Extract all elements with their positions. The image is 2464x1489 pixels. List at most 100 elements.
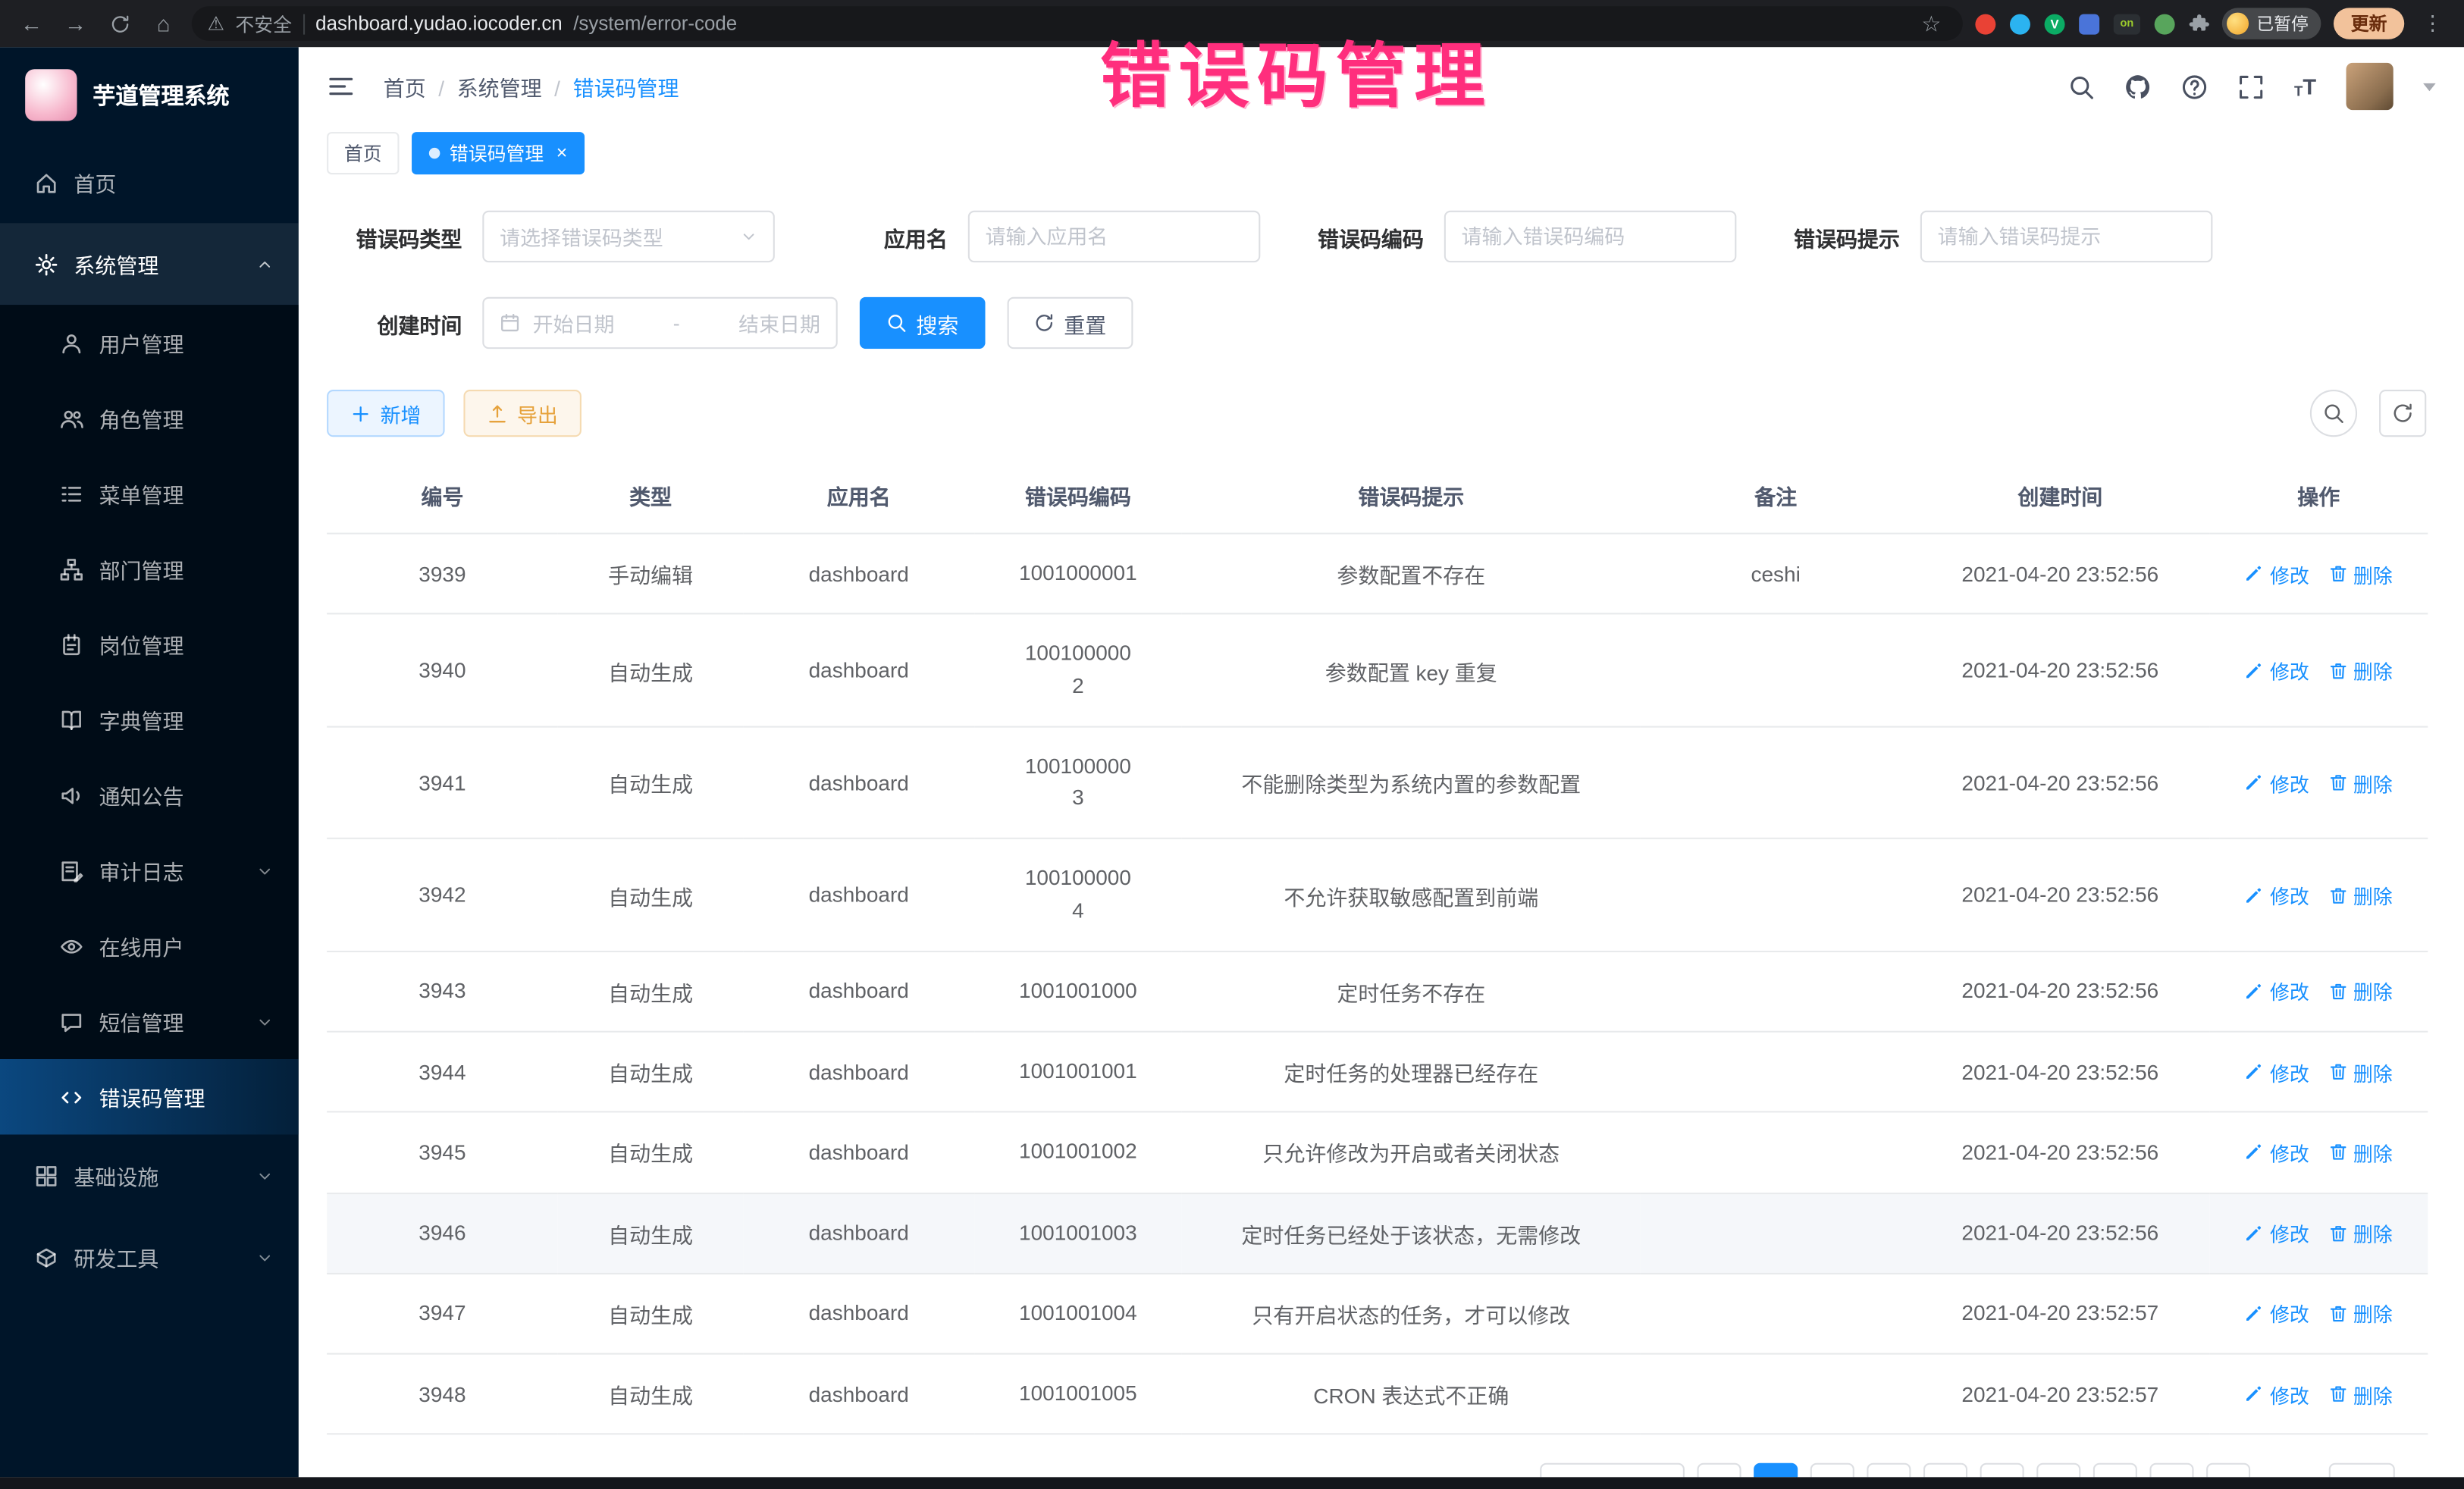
extension-icon-leaf[interactable] bbox=[2155, 14, 2175, 34]
search-icon[interactable] bbox=[2068, 73, 2095, 99]
chevron-down-icon bbox=[256, 1013, 274, 1030]
sidebar-item-role[interactable]: 角色管理 bbox=[0, 381, 299, 456]
breadcrumb-current: 错误码管理 bbox=[573, 71, 679, 102]
page-button[interactable]: 6 bbox=[2037, 1463, 2081, 1477]
breadcrumb-home[interactable]: 首页 bbox=[384, 71, 444, 102]
edit-link[interactable]: 修改 bbox=[2245, 1218, 2309, 1248]
delete-link[interactable]: 删除 bbox=[2328, 1137, 2393, 1167]
page-button[interactable]: 4 bbox=[1924, 1463, 1968, 1477]
delete-link[interactable]: 删除 bbox=[2328, 880, 2393, 910]
edit-link[interactable]: 修改 bbox=[2245, 1137, 2309, 1167]
edit-link[interactable]: 修改 bbox=[2245, 1299, 2309, 1328]
delete-link[interactable]: 删除 bbox=[2328, 559, 2393, 588]
date-separator: - bbox=[627, 311, 726, 334]
error-type-select[interactable]: 请选择错误码类型 bbox=[482, 211, 775, 262]
cell-type: 自动生成 bbox=[558, 1354, 744, 1434]
page-ellipsis[interactable]: ••• bbox=[2094, 1463, 2138, 1477]
page-button[interactable]: 3 bbox=[1867, 1463, 1911, 1477]
page-button[interactable]: 1 bbox=[1754, 1463, 1798, 1477]
sidebar-item-system[interactable]: 系统管理 bbox=[0, 223, 299, 305]
delete-label: 删除 bbox=[2353, 1379, 2393, 1409]
close-tab-icon[interactable]: × bbox=[556, 143, 568, 162]
error-hint-input[interactable] bbox=[1920, 211, 2213, 262]
tab-home[interactable]: 首页 bbox=[327, 131, 399, 174]
chevron-down-icon bbox=[256, 1249, 274, 1266]
delete-link[interactable]: 删除 bbox=[2328, 768, 2393, 798]
browser-update-button[interactable]: 更新 bbox=[2334, 8, 2404, 39]
page-size-select[interactable]: 10条/页 bbox=[1541, 1463, 1685, 1477]
sidebar-item-post[interactable]: 岗位管理 bbox=[0, 607, 299, 682]
goto-page-input[interactable] bbox=[2330, 1463, 2396, 1477]
sidebar-item-infra[interactable]: 基础设施 bbox=[0, 1134, 299, 1216]
date-range-picker[interactable]: 开始日期 - 结束日期 bbox=[482, 297, 837, 349]
fullscreen-icon[interactable] bbox=[2237, 73, 2264, 99]
collapse-sidebar-icon[interactable] bbox=[327, 72, 355, 100]
delete-link[interactable]: 删除 bbox=[2328, 1299, 2393, 1328]
extension-icon-bars[interactable] bbox=[2079, 14, 2099, 34]
help-icon[interactable] bbox=[2181, 73, 2208, 99]
reload-button[interactable] bbox=[104, 8, 135, 39]
sidebar-logo[interactable]: 芋道管理系统 bbox=[0, 47, 299, 141]
edit-link[interactable]: 修改 bbox=[2245, 976, 2309, 1006]
sidebar-item-dept[interactable]: 部门管理 bbox=[0, 531, 299, 607]
address-bar[interactable]: ⚠ 不安全 dashboard.yudao.iocoder.cn/system/… bbox=[192, 6, 1963, 41]
cell-id: 3945 bbox=[327, 1112, 558, 1193]
bookmark-star-icon[interactable]: ☆ bbox=[1916, 8, 1947, 39]
prev-page-button[interactable] bbox=[1698, 1463, 1741, 1477]
delete-link[interactable]: 删除 bbox=[2328, 1379, 2393, 1409]
app-name-input[interactable] bbox=[968, 211, 1261, 262]
reset-button[interactable]: 重置 bbox=[1008, 297, 1133, 349]
sidebar-item-errcode[interactable]: 错误码管理 bbox=[0, 1059, 299, 1134]
tab-error-code[interactable]: 错误码管理 × bbox=[412, 131, 585, 174]
extension-icon-green[interactable]: V bbox=[2045, 14, 2065, 34]
page-button[interactable]: 5 bbox=[1981, 1463, 2025, 1477]
extension-icon-blue[interactable] bbox=[2010, 14, 2030, 34]
export-button[interactable]: 导出 bbox=[463, 390, 581, 437]
edit-link[interactable]: 修改 bbox=[2245, 768, 2309, 798]
header-actions: TT bbox=[2068, 63, 2436, 110]
page-button[interactable]: 8 bbox=[2150, 1463, 2194, 1477]
cell-id: 3940 bbox=[327, 614, 558, 726]
org-icon bbox=[60, 557, 83, 581]
edit-link[interactable]: 修改 bbox=[2245, 880, 2309, 910]
edit-link[interactable]: 修改 bbox=[2245, 559, 2309, 588]
extension-icon-red[interactable] bbox=[1975, 14, 1995, 34]
delete-link[interactable]: 删除 bbox=[2328, 655, 2393, 685]
edit-link[interactable]: 修改 bbox=[2245, 1057, 2309, 1086]
edit-link[interactable]: 修改 bbox=[2245, 1379, 2309, 1409]
home-button[interactable]: ⌂ bbox=[148, 8, 179, 39]
sidebar-item-audit[interactable]: 审计日志 bbox=[0, 833, 299, 908]
user-avatar[interactable] bbox=[2346, 63, 2393, 110]
sidebar-item-dict[interactable]: 字典管理 bbox=[0, 682, 299, 757]
sidebar-item-user[interactable]: 用户管理 bbox=[0, 305, 299, 380]
delete-link[interactable]: 删除 bbox=[2328, 976, 2393, 1006]
search-toggle-button[interactable] bbox=[2310, 390, 2357, 437]
back-button[interactable]: ← bbox=[16, 8, 47, 39]
forward-button[interactable]: → bbox=[60, 8, 91, 39]
add-button[interactable]: 新增 bbox=[327, 390, 444, 437]
sidebar-item-menu[interactable]: 菜单管理 bbox=[0, 456, 299, 531]
edit-link[interactable]: 修改 bbox=[2245, 655, 2309, 685]
browser-profile-chip[interactable]: 已暂停 bbox=[2222, 8, 2321, 39]
page-button[interactable]: 2 bbox=[1811, 1463, 1855, 1477]
sidebar-item-devtool[interactable]: 研发工具 bbox=[0, 1216, 299, 1298]
sidebar-item-notice[interactable]: 通知公告 bbox=[0, 757, 299, 832]
error-code-input[interactable] bbox=[1444, 211, 1737, 262]
adblock-badge[interactable]: on bbox=[2114, 14, 2140, 34]
browser-menu-icon[interactable]: ⋮ bbox=[2417, 8, 2448, 39]
github-icon[interactable] bbox=[2124, 73, 2151, 99]
sidebar-item-home[interactable]: 首页 bbox=[0, 142, 299, 224]
delete-link[interactable]: 删除 bbox=[2328, 1218, 2393, 1248]
sidebar-item-label: 研发工具 bbox=[74, 1241, 158, 1272]
font-size-icon[interactable]: TT bbox=[2294, 74, 2316, 99]
cell-type: 自动生成 bbox=[558, 1273, 744, 1353]
sidebar-item-sms[interactable]: 短信管理 bbox=[0, 984, 299, 1059]
next-page-button[interactable] bbox=[2207, 1463, 2251, 1477]
sidebar-item-online[interactable]: 在线用户 bbox=[0, 908, 299, 983]
avatar-dropdown-caret-icon[interactable] bbox=[2423, 83, 2436, 90]
refresh-table-button[interactable] bbox=[2379, 390, 2426, 437]
breadcrumb-system[interactable]: 系统管理 bbox=[457, 71, 560, 102]
delete-link[interactable]: 删除 bbox=[2328, 1057, 2393, 1086]
search-button[interactable]: 搜索 bbox=[860, 297, 986, 349]
extensions-puzzle-icon[interactable] bbox=[2189, 14, 2209, 34]
